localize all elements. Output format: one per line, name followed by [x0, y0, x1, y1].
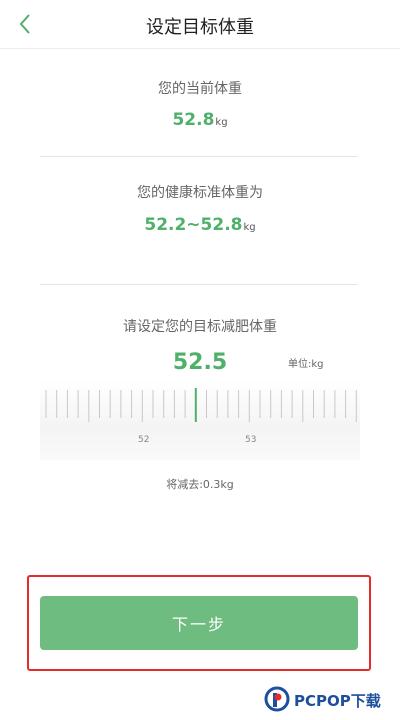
current-weight-label: 您的当前体重 — [158, 81, 242, 97]
page-title: 设定目标体重 — [146, 17, 254, 38]
weight-loss-remark: 将减去:0.3kg — [166, 478, 234, 491]
standard-weight-unit: kg — [243, 222, 256, 233]
current-weight-number: 52.8 — [172, 110, 215, 130]
watermark-text: PCPOP下载 — [294, 692, 381, 710]
unit-label: 单位:kg — [288, 359, 324, 370]
target-weight-value: 52.5 — [172, 350, 228, 375]
ruler-ticks — [45, 388, 357, 422]
divider — [40, 156, 358, 157]
standard-weight-range: 52.2~52.8 — [144, 215, 243, 235]
standard-weight-value: 52.2~52.8kg — [0, 215, 400, 235]
divider — [40, 284, 358, 285]
watermark: PCPOP下载 — [264, 684, 394, 714]
pcpop-logo-icon — [264, 686, 290, 712]
next-button[interactable]: 下一步 — [40, 596, 358, 650]
current-weight-value: 52.8kg — [0, 110, 400, 130]
header-bar: 设定目标体重 — [0, 0, 400, 49]
weight-ruler-slider[interactable]: 52 53 — [40, 380, 360, 460]
standard-weight-label: 您的健康标准体重为 — [137, 185, 263, 201]
target-weight-label: 请设定您的目标减肥体重 — [123, 319, 277, 335]
ruler-tick-label-max: 53 — [245, 435, 257, 445]
current-weight-unit: kg — [215, 117, 228, 128]
ruler-tick-label-min: 52 — [138, 435, 150, 445]
